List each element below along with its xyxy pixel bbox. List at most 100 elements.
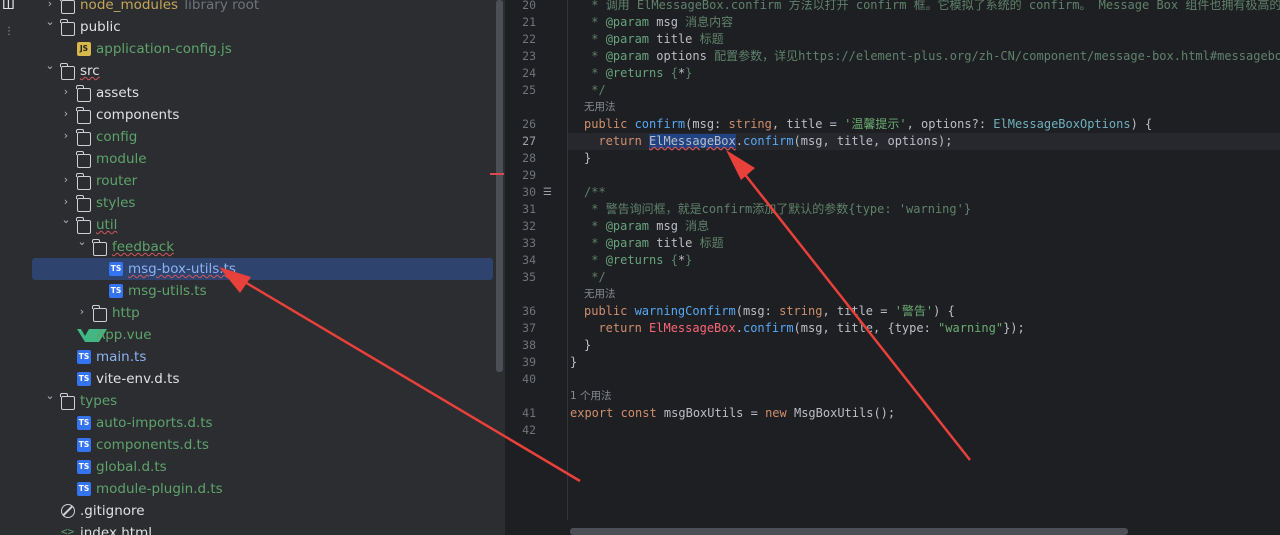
tree-item-util[interactable]: ⌄ util	[20, 213, 505, 236]
chevron-right-icon[interactable]: ›	[44, 0, 56, 11]
code-line[interactable]: * @param options 配置参数，详见https://element-…	[584, 48, 1280, 65]
javascript-file-icon: JS	[77, 42, 91, 56]
code-line[interactable]: return ElMessageBox.confirm(msg, title, …	[584, 133, 953, 150]
code-line[interactable]: /**	[584, 184, 606, 201]
code-line[interactable]: public warningConfirm(msg: string, title…	[584, 303, 955, 320]
editor-horizontal-scrollbar[interactable]	[570, 528, 1128, 535]
tree-item-global-d-ts[interactable]: TS global.d.ts	[20, 456, 505, 478]
tree-item-label: main.ts	[96, 349, 147, 365]
tree-item-label: msg-utils.ts	[128, 283, 207, 299]
code-line[interactable]: * @param msg 消息	[584, 218, 709, 235]
code-line[interactable]: export const msgBoxUtils = new MsgBoxUti…	[570, 405, 895, 422]
tree-item-label: auto-imports.d.ts	[96, 415, 213, 431]
code-line[interactable]: * 调用 ElMessageBox.confirm 方法以打开 confirm …	[584, 0, 1280, 14]
tree-item-index-html[interactable]: <> index.html	[20, 522, 505, 535]
tree-item-router[interactable]: › router	[20, 170, 505, 192]
typescript-file-icon: TS	[77, 482, 91, 496]
tree-item-config[interactable]: › config	[20, 126, 505, 148]
code-token: }	[584, 151, 592, 165]
code-area[interactable]: * 调用 ElMessageBox.confirm 方法以打开 confirm …	[567, 0, 1280, 535]
code-line[interactable]: }	[570, 354, 577, 371]
code-token: (msg:	[735, 304, 780, 318]
chevron-right-icon[interactable]: ›	[76, 305, 88, 319]
folder-icon	[76, 217, 91, 234]
code-line[interactable]: return ElMessageBox.confirm(msg, title, …	[584, 320, 1024, 337]
tree-item-types[interactable]: ⌄ types	[20, 389, 505, 412]
tree-item-msg-utils-ts[interactable]: TS msg-utils.ts	[20, 280, 505, 302]
code-line[interactable]: * 警告询问框，就是confirm添加了默认的参数{type: 'warning…	[584, 201, 971, 218]
folder-icon	[92, 239, 107, 256]
line-number: 28	[522, 151, 536, 165]
code-editor[interactable]: 20 21 22 23 24 25 26 27 28 29 30 31 32 33 34 35 36 37 38 39…	[506, 0, 1280, 535]
code-token: confirm	[742, 134, 794, 148]
tree-item-node-modules[interactable]: › node_modules library root	[20, 0, 505, 16]
code-token: , title =	[822, 304, 895, 318]
code-line[interactable]: * @param msg 消息内容	[584, 14, 733, 31]
folder-icon	[76, 173, 91, 190]
more-tools-icon[interactable]: ⋮	[4, 26, 14, 37]
project-tree-scrollbar[interactable]	[496, 0, 503, 372]
tree-item-auto-imports-d-ts[interactable]: TS auto-imports.d.ts	[20, 412, 505, 434]
project-tool-icon[interactable]: Ш	[2, 0, 15, 12]
code-line[interactable]: }	[584, 150, 591, 167]
line-number: 26	[522, 117, 536, 131]
code-token: }	[584, 338, 592, 352]
tree-item-vite-env-d-ts[interactable]: TS vite-env.d.ts	[20, 368, 505, 390]
tree-item-feedback[interactable]: ⌄ feedback	[20, 235, 505, 258]
code-token: new	[765, 406, 794, 420]
code-token: 消息内容	[677, 15, 734, 29]
folder-icon	[76, 85, 91, 102]
code-line[interactable]: * @param title 标题	[584, 31, 723, 48]
chevron-down-icon[interactable]: ⌄	[60, 213, 72, 227]
code-line[interactable]: */	[584, 82, 605, 99]
code-token: * 警告询问框，就是confirm添加了默认的参数{type: 'warning…	[584, 202, 972, 216]
code-token: confirm	[634, 117, 686, 131]
change-marker	[490, 173, 504, 175]
tree-item-assets[interactable]: › assets	[20, 82, 505, 104]
chevron-right-icon[interactable]: ›	[60, 173, 72, 187]
tree-item-label: types	[80, 393, 118, 409]
tree-item-styles[interactable]: › styles	[20, 192, 505, 214]
chevron-right-icon[interactable]: ›	[60, 195, 72, 209]
code-token: public	[584, 117, 635, 131]
tree-item-module[interactable]: module	[20, 148, 505, 170]
fold-icon[interactable]: ☰	[543, 187, 552, 198]
chevron-down-icon[interactable]: ⌄	[44, 389, 56, 403]
code-token: MsgBoxUtils();	[793, 406, 896, 420]
code-line[interactable]: * @returns {*}	[584, 252, 692, 269]
tree-item--gitignore[interactable]: .gitignore	[20, 500, 505, 522]
tree-item-components[interactable]: › components	[20, 104, 505, 126]
usage-hint[interactable]: 1 个用法	[570, 388, 612, 405]
code-line[interactable]: }	[584, 337, 591, 354]
usage-hint[interactable]: 无用法	[584, 286, 616, 303]
code-token: *	[584, 32, 606, 46]
html-file-icon: <>	[61, 525, 75, 535]
tree-item-label: .gitignore	[80, 503, 145, 519]
chevron-right-icon[interactable]: ›	[60, 107, 72, 121]
tree-item-msg-box-utils-ts[interactable]: TS msg-box-utils.ts	[32, 258, 493, 280]
code-token: ElMessageBox	[649, 134, 736, 148]
code-line[interactable]: public confirm(msg: string, title = '温馨提…	[584, 116, 1152, 133]
tree-item-main-ts[interactable]: TS main.ts	[20, 346, 505, 368]
code-token: '警告'	[894, 304, 934, 318]
line-number: 35	[522, 270, 536, 284]
chevron-right-icon[interactable]: ›	[60, 85, 72, 99]
code-line[interactable]: * @returns {*}	[584, 65, 692, 82]
code-line[interactable]: */	[584, 269, 605, 286]
tree-item-module-plugin-d-ts[interactable]: TS module-plugin.d.ts	[20, 478, 505, 500]
tree-item-http[interactable]: › http	[20, 302, 505, 324]
tree-item-application-config-js[interactable]: JS application-config.js	[20, 38, 505, 60]
chevron-down-icon[interactable]: ⌄	[76, 235, 88, 249]
tree-item-src[interactable]: ⌄ src	[20, 59, 505, 82]
code-line[interactable]: * @param title 标题	[584, 235, 723, 252]
code-token: ) {	[1130, 117, 1153, 131]
code-token: @returns	[605, 66, 664, 80]
tree-item-components-d-ts[interactable]: TS components.d.ts	[20, 434, 505, 456]
code-token: {	[663, 66, 678, 80]
chevron-down-icon[interactable]: ⌄	[44, 15, 56, 29]
tree-item-app-vue[interactable]: App.vue	[20, 324, 505, 346]
chevron-right-icon[interactable]: ›	[60, 129, 72, 143]
chevron-down-icon[interactable]: ⌄	[44, 59, 56, 73]
tree-item-public[interactable]: ⌄ public	[20, 15, 505, 38]
usage-hint[interactable]: 无用法	[584, 99, 616, 116]
